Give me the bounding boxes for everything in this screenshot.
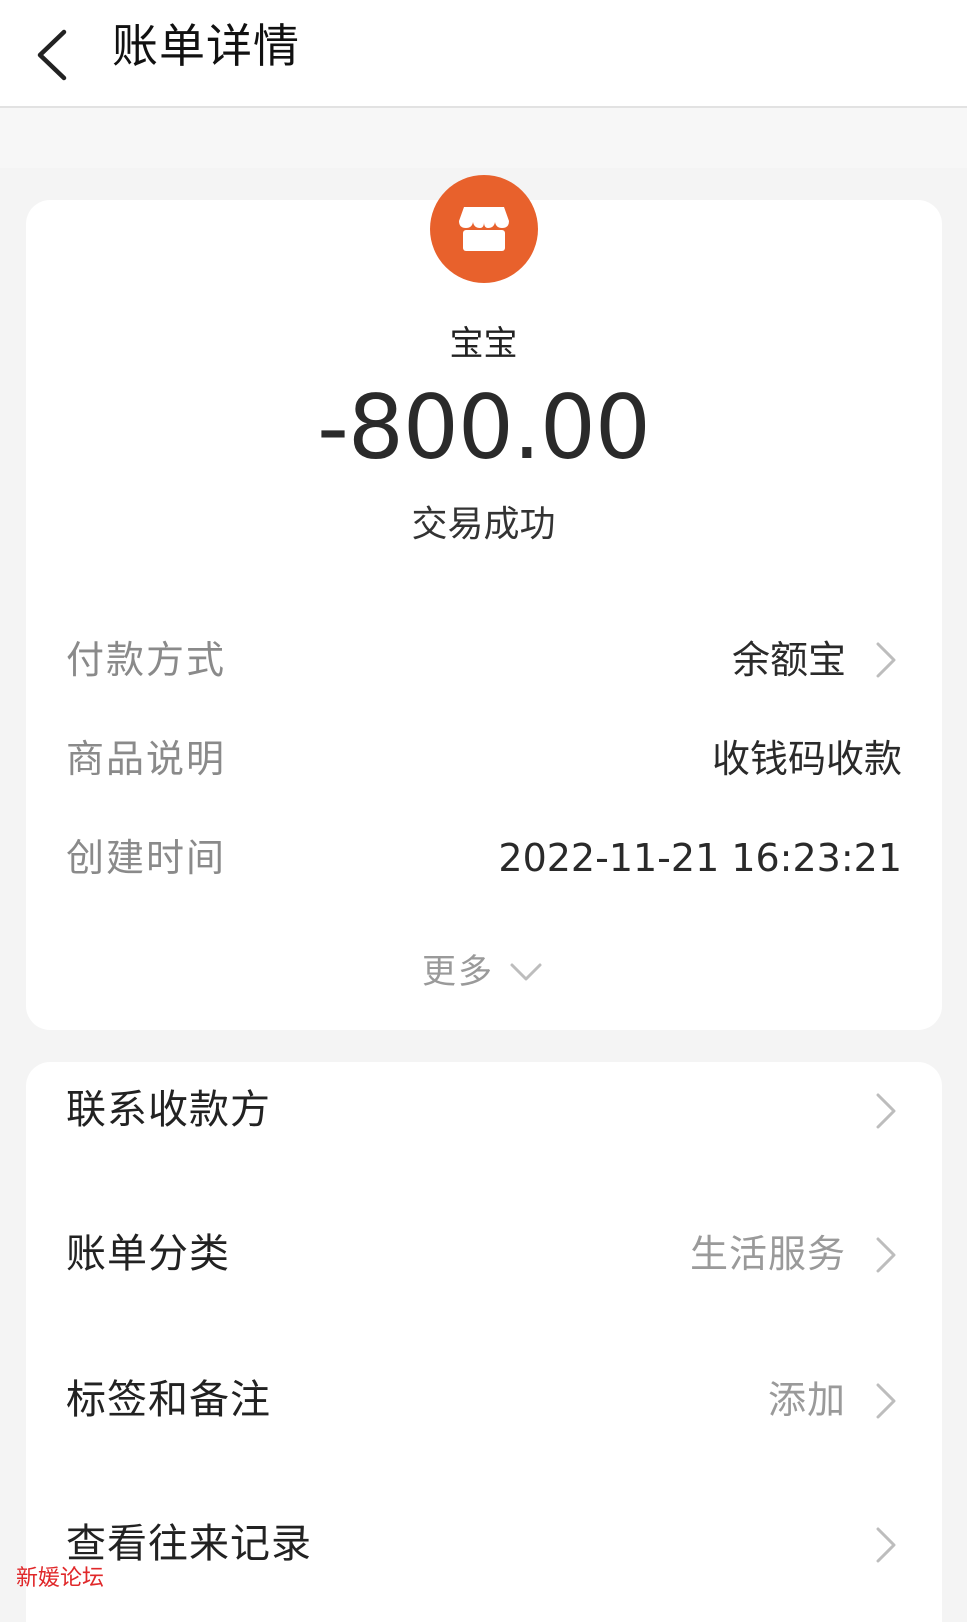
more-toggle[interactable]: 更多 [0,948,967,998]
menu-value: 生活服务 [689,1232,846,1276]
chevron-right-icon [876,642,896,678]
menu-label: 联系收款方 [66,1087,271,1133]
merchant-avatar [430,175,538,283]
detail-label: 付款方式 [66,638,227,682]
store-icon [459,207,509,251]
detail-value: 余额宝 [731,638,846,682]
watermark: 新媛论坛 [16,1566,105,1591]
chevron-right-icon [876,1093,896,1129]
detail-label: 商品说明 [66,737,227,781]
menu-value: 添加 [767,1378,846,1422]
menu-label: 标签和备注 [66,1377,271,1423]
transaction-amount: -800.00 [317,376,651,479]
menu-item-contact-payee[interactable]: 联系收款方 [66,1076,902,1146]
merchant-name: 宝宝 [449,324,518,364]
detail-row-created-time: 创建时间 2022-11-21 16:23:21 [66,828,902,888]
detail-value: 收钱码收款 [711,737,902,781]
chevron-right-icon [876,1527,896,1563]
back-button[interactable] [26,10,90,92]
header-spacer [0,108,967,168]
menu-label: 查看往来记录 [66,1521,312,1567]
menu-label: 账单分类 [66,1231,230,1277]
menu-item-tags-notes[interactable]: 标签和备注 添加 [66,1366,902,1436]
top-bar: 账单详情 [0,0,967,108]
detail-row-payment-method[interactable]: 付款方式 余额宝 [66,630,902,690]
chevron-down-icon [510,963,542,981]
menu-item-bill-category[interactable]: 账单分类 生活服务 [66,1220,902,1290]
chevron-left-icon [37,29,67,81]
menu-item-transaction-history[interactable]: 查看往来记录 [66,1510,902,1580]
transaction-status: 交易成功 [411,504,556,545]
chevron-right-icon [876,1383,896,1419]
chevron-right-icon [876,1237,896,1273]
detail-row-product-description: 商品说明 收钱码收款 [66,729,902,789]
detail-value: 2022-11-21 16:23:21 [498,836,902,880]
page-title: 账单详情 [112,19,300,73]
more-label: 更多 [421,952,494,992]
detail-label: 创建时间 [66,836,227,880]
